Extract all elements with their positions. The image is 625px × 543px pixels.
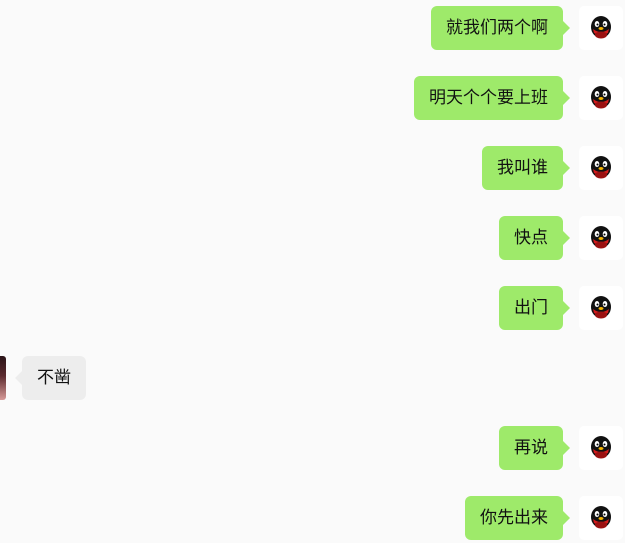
- message-row-outgoing: 你先出来: [465, 496, 625, 540]
- penguin-avatar-icon[interactable]: [579, 6, 623, 50]
- message-row-incoming: 不凿: [0, 356, 86, 400]
- message-row-outgoing: 再说: [499, 426, 625, 470]
- message-bubble-outgoing[interactable]: 就我们两个啊: [431, 6, 570, 50]
- message-bubble-outgoing[interactable]: 我叫谁: [482, 146, 570, 190]
- penguin-avatar-icon[interactable]: [579, 426, 623, 470]
- message-row-outgoing: 明天个个要上班: [414, 76, 625, 120]
- penguin-avatar-icon[interactable]: [579, 76, 623, 120]
- message-row-outgoing: 我叫谁: [482, 146, 625, 190]
- message-row-outgoing: 就我们两个啊: [431, 6, 625, 50]
- penguin-icon: [591, 436, 611, 459]
- penguin-avatar-icon[interactable]: [579, 146, 623, 190]
- penguin-avatar-icon[interactable]: [579, 496, 623, 540]
- message-bubble-outgoing[interactable]: 你先出来: [465, 496, 570, 540]
- penguin-icon: [591, 16, 611, 39]
- message-bubble-outgoing[interactable]: 明天个个要上班: [414, 76, 570, 120]
- penguin-icon: [591, 506, 611, 529]
- message-row-outgoing: 出门: [499, 286, 625, 330]
- penguin-icon: [591, 296, 611, 319]
- contact-avatar-icon[interactable]: [0, 356, 6, 400]
- penguin-icon: [591, 156, 611, 179]
- chat-message-list: 就我们两个啊 明天个个要上班 我叫谁 快点 出门 不凿 再说 你先出来: [0, 0, 625, 543]
- message-bubble-outgoing[interactable]: 再说: [499, 426, 570, 470]
- message-bubble-outgoing[interactable]: 出门: [499, 286, 570, 330]
- penguin-icon: [591, 226, 611, 249]
- message-bubble-outgoing[interactable]: 快点: [499, 216, 570, 260]
- penguin-icon: [591, 86, 611, 109]
- penguin-avatar-icon[interactable]: [579, 286, 623, 330]
- message-bubble-incoming[interactable]: 不凿: [15, 356, 86, 400]
- message-row-outgoing: 快点: [499, 216, 625, 260]
- penguin-avatar-icon[interactable]: [579, 216, 623, 260]
